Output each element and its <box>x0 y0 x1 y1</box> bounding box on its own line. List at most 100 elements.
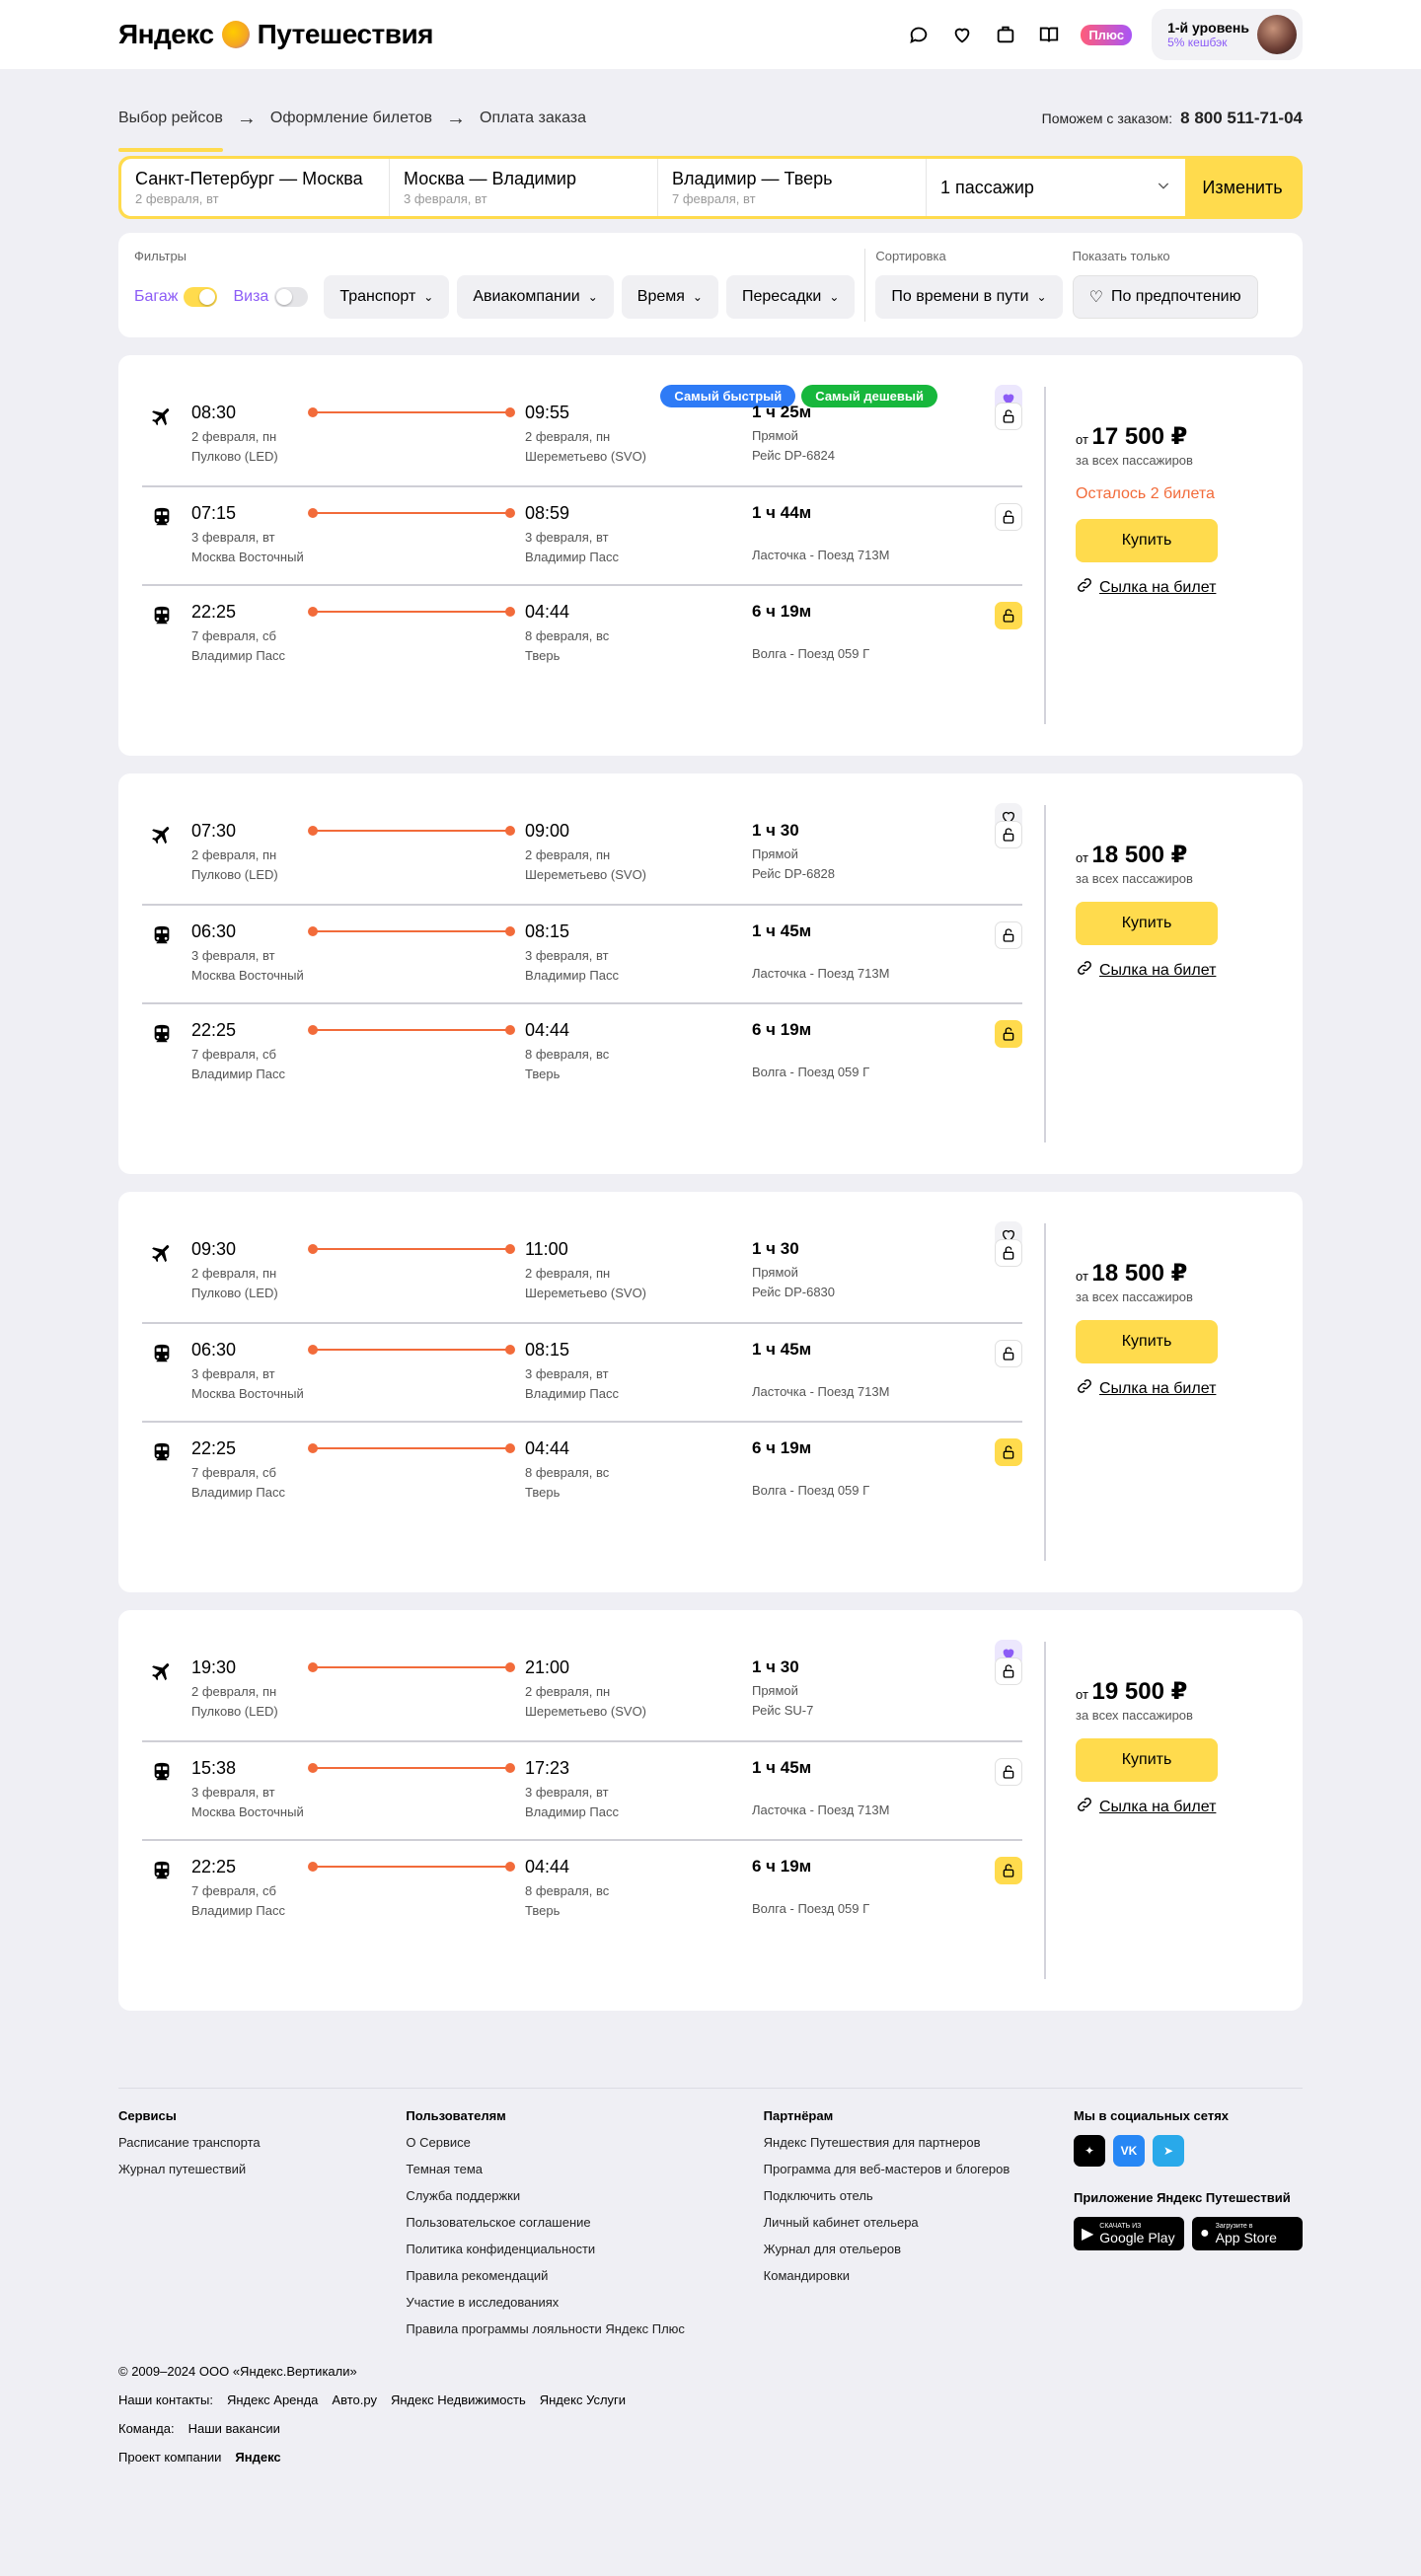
yandex-brand[interactable]: Яндекс <box>235 2450 280 2465</box>
footer-link[interactable]: Подключить отель <box>764 2188 1074 2203</box>
arrival-time: 04:44 <box>525 1020 570 1040</box>
filter-transport-button[interactable]: Транспорт ⌄ <box>324 275 450 319</box>
ticket-link[interactable]: Сылка на билет <box>1076 959 1218 982</box>
lock-icon[interactable] <box>995 1657 1022 1685</box>
contact-link[interactable]: Яндекс Услуги <box>540 2392 626 2407</box>
step-select-flights[interactable]: Выбор рейсов <box>118 89 223 152</box>
sort-select[interactable]: По времени в пути ⌄ <box>875 275 1063 319</box>
chat-icon[interactable] <box>907 23 931 46</box>
app-store-button[interactable]: ● Загрузите в App Store <box>1191 2217 1303 2250</box>
route-line <box>308 1020 515 1042</box>
departure-date: 3 февраля, вт <box>191 1785 275 1800</box>
buy-button[interactable]: Купить <box>1076 519 1218 562</box>
footer-link[interactable]: Служба поддержки <box>406 2188 763 2203</box>
leg-carrier: Волга - Поезд 059 Г <box>752 1065 870 1079</box>
visa-switch[interactable] <box>274 287 309 307</box>
price: от 18 500 ₽ <box>1076 842 1188 868</box>
suitcase-icon[interactable] <box>994 23 1017 46</box>
buy-button[interactable]: Купить <box>1076 1738 1218 1782</box>
buy-button[interactable]: Купить <box>1076 1320 1218 1363</box>
leg-info <box>752 1880 949 1899</box>
leg-info <box>752 1462 949 1481</box>
preferences-button[interactable]: ♡ По предпочтению <box>1072 275 1258 319</box>
filter-airlines-button[interactable]: Авиакомпании ⌄ <box>457 275 614 319</box>
footer-link[interactable]: Командировки <box>764 2268 1074 2283</box>
lock-icon[interactable] <box>995 602 1022 629</box>
leg-info <box>752 1782 949 1801</box>
lock-icon[interactable] <box>995 503 1022 531</box>
footer-link[interactable]: Политика конфиденциальности <box>406 2242 763 2256</box>
plane-icon <box>142 821 182 846</box>
lock-icon[interactable] <box>995 403 1022 430</box>
leg-carrier: Рейс SU-7 <box>752 1702 814 1718</box>
visa-toggle[interactable]: Виза <box>233 287 309 307</box>
departure-place: Москва Восточный <box>191 549 304 564</box>
lock-icon[interactable] <box>995 1758 1022 1786</box>
lock-icon[interactable] <box>995 1340 1022 1367</box>
footer-link[interactable]: Личный кабинет отельера <box>764 2215 1074 2230</box>
divider <box>1044 1642 1046 1979</box>
ticket-link[interactable]: Сылка на билет <box>1076 1796 1218 1818</box>
lock-icon[interactable] <box>995 921 1022 949</box>
footer-link[interactable]: Участие в исследованиях <box>406 2295 763 2310</box>
baggage-switch[interactable] <box>184 287 218 307</box>
footer-link[interactable]: Журнал для отельеров <box>764 2242 1074 2256</box>
filter-transfers-button[interactable]: Пересадки ⌄ <box>725 275 856 319</box>
vk-icon[interactable]: VK <box>1112 2135 1145 2167</box>
change-search-button[interactable]: Изменить <box>1185 159 1300 216</box>
train-icon <box>142 1438 182 1464</box>
footer-link[interactable]: Расписание транспорта <box>118 2135 406 2150</box>
route-leg: 19:30 2 февраля, пн Пулково (LED) 21:00 2… <box>142 1642 1022 1740</box>
lock-icon[interactable] <box>995 1857 1022 1884</box>
ticket-link[interactable]: Сылка на билет <box>1076 576 1218 599</box>
footer-link[interactable]: Журнал путешествий <box>118 2162 406 2176</box>
footer: Сервисы Расписание транспорта Журнал пут… <box>118 2088 1303 2348</box>
duration: 6 ч 19м <box>752 1020 812 1039</box>
ticket-link[interactable]: Сылка на билет <box>1076 1377 1218 1400</box>
chevron-down-icon: ⌄ <box>587 290 598 304</box>
baggage-toggle[interactable]: Багаж <box>134 287 218 307</box>
user-level: 1-й уровень <box>1167 20 1249 36</box>
contact-link[interactable]: Яндекс Недвижимость <box>391 2392 526 2407</box>
footer-link[interactable]: Яндекс Путешествия для партнеров <box>764 2135 1074 2150</box>
vacancies-link[interactable]: Наши вакансии <box>188 2421 280 2436</box>
google-play-button[interactable]: ▶ СКАЧАТЬ ИЗ Google Play <box>1073 2217 1184 2250</box>
footer-link[interactable]: Пользовательское соглашение <box>406 2215 763 2230</box>
footer-link[interactable]: Темная тема <box>406 2162 763 2176</box>
logo[interactable]: Яндекс Путешествия <box>118 19 434 50</box>
departure-date: 2 февраля, пн <box>191 1266 277 1281</box>
route-segment-1[interactable]: Санкт-Петербург — Москва 2 февраля, вт <box>121 159 390 216</box>
contact-link[interactable]: Авто.ру <box>332 2392 377 2407</box>
lock-icon[interactable] <box>995 1438 1022 1466</box>
offer-card: 09:30 2 февраля, пн Пулково (LED) 11:00 2… <box>118 1192 1303 1592</box>
arrow-right-icon: → <box>446 107 466 129</box>
user-menu[interactable]: 1-й уровень 5% кешбэк <box>1152 9 1303 60</box>
passengers-select[interactable]: 1 пассажир <box>927 159 1185 216</box>
train-icon <box>142 602 182 627</box>
dzen-icon[interactable]: ✦ <box>1073 2135 1105 2167</box>
arrival-date: 3 февраля, вт <box>525 530 609 545</box>
route-leg: 07:30 2 февраля, пн Пулково (LED) 09:00 2… <box>142 805 1022 904</box>
arrival-time: 08:15 <box>525 921 570 941</box>
buy-button[interactable]: Купить <box>1076 902 1218 945</box>
departure-time: 09:30 <box>191 1239 237 1259</box>
footer-link[interactable]: Правила рекомендаций <box>406 2268 763 2283</box>
filter-time-button[interactable]: Время ⌄ <box>621 275 718 319</box>
lock-icon[interactable] <box>995 1239 1022 1267</box>
footer-link[interactable]: Правила программы лояльности Яндекс Плюс <box>406 2321 763 2336</box>
support-phone[interactable]: 8 800 511-71-04 <box>1180 109 1303 127</box>
footer-link[interactable]: О Сервисе <box>406 2135 763 2150</box>
lock-icon[interactable] <box>995 821 1022 848</box>
heart-icon[interactable] <box>950 23 974 46</box>
telegram-icon[interactable]: ➤ <box>1152 2135 1184 2167</box>
leg-carrier: Ласточка - Поезд 713М <box>752 548 890 562</box>
route-segment-3[interactable]: Владимир — Тверь 7 февраля, вт <box>658 159 927 216</box>
lock-icon[interactable] <box>995 1020 1022 1048</box>
contact-link[interactable]: Яндекс Аренда <box>227 2392 318 2407</box>
footer-link[interactable]: Программа для веб-мастеров и блогеров <box>764 2162 1074 2176</box>
route-segment-2[interactable]: Москва — Владимир 3 февраля, вт <box>390 159 658 216</box>
book-icon[interactable] <box>1037 23 1061 46</box>
plus-badge[interactable]: Плюс <box>1081 24 1133 45</box>
route-line <box>308 1239 515 1261</box>
arrival-place: Владимир Пасс <box>525 967 619 983</box>
